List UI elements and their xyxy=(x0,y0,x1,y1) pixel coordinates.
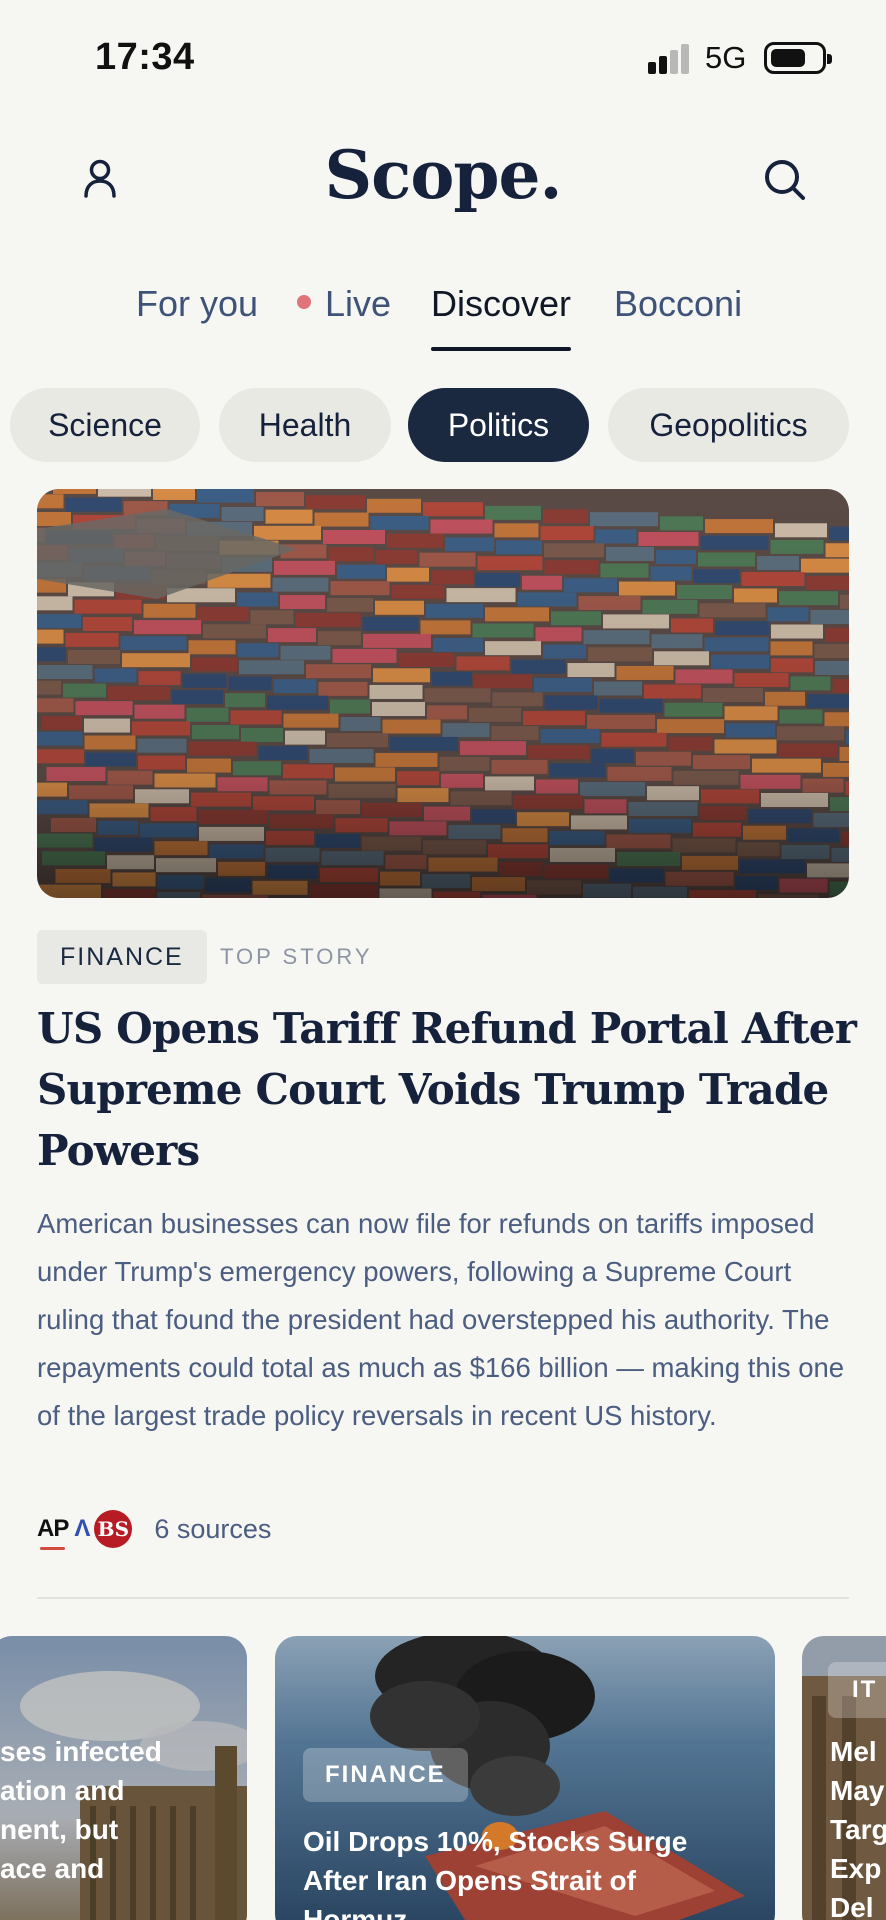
sources-row[interactable]: AP Λ BS 6 sources xyxy=(37,1505,271,1553)
card-category-tag[interactable]: IT xyxy=(828,1662,886,1718)
app-logo: Scope. xyxy=(324,136,563,214)
app-header: Scope. xyxy=(0,130,886,230)
card-title: ses infected ation and nent, but ace and xyxy=(0,1736,162,1884)
top-story-label: TOP STORY xyxy=(220,944,373,969)
tab-discover[interactable]: Discover xyxy=(431,283,572,351)
carousel-card[interactable]: ses infected ation and nent, but ace and xyxy=(0,1636,247,1920)
bs-logo: BS xyxy=(94,1510,133,1548)
battery-icon xyxy=(764,42,832,74)
tab-label: Discover xyxy=(431,283,572,324)
category-chips: Science Health Politics Geopolitics xyxy=(0,388,886,463)
category-tag[interactable]: FINANCE xyxy=(37,930,207,984)
tab-label: For you xyxy=(136,283,259,324)
network-type: 5G xyxy=(705,40,747,75)
chip-health[interactable]: Health xyxy=(219,388,391,462)
tab-for-you[interactable]: For you xyxy=(136,283,258,345)
source-logo: Λ xyxy=(74,1515,91,1542)
chip-politics[interactable]: Politics xyxy=(408,388,589,462)
card-title: Oil Drops 10%, Stocks Surge After Iran O… xyxy=(303,1826,688,1920)
status-bar: 17:34 5G xyxy=(0,0,886,118)
ap-logo: AP xyxy=(37,1515,69,1550)
tab-bocconi[interactable]: Bocconi xyxy=(614,283,742,345)
tab-label: Live xyxy=(325,283,392,324)
container-port-image xyxy=(37,489,849,898)
card-category-tag[interactable]: FINANCE xyxy=(303,1748,468,1802)
carousel-card[interactable]: FINANCE Oil Drops 10%, Stocks Surge Afte… xyxy=(275,1636,775,1920)
tab-label: Bocconi xyxy=(614,283,743,324)
hero-image[interactable] xyxy=(37,489,849,898)
live-dot-icon xyxy=(297,295,311,310)
chip-geopolitics[interactable]: Geopolitics xyxy=(608,388,849,462)
hero-summary: American businesses can now file for ref… xyxy=(37,1208,845,1431)
carousel-card[interactable]: IT Mel May Targ Exp Del xyxy=(802,1636,886,1920)
hero-headline[interactable]: US Opens Tariff Refund Portal After Supr… xyxy=(37,998,857,1181)
card-title: Mel May Targ Exp Del xyxy=(830,1736,886,1920)
sources-count: 6 sources xyxy=(154,1513,272,1544)
chip-science[interactable]: Science xyxy=(10,388,200,462)
cellular-signal-icon xyxy=(648,44,692,74)
search-icon xyxy=(765,160,805,200)
search-button[interactable] xyxy=(756,152,816,212)
divider xyxy=(37,1597,849,1599)
status-time: 17:34 xyxy=(95,36,195,78)
tab-live[interactable]: Live xyxy=(297,283,391,345)
section-tabs: For you Live Discover Bocconi xyxy=(0,283,886,353)
